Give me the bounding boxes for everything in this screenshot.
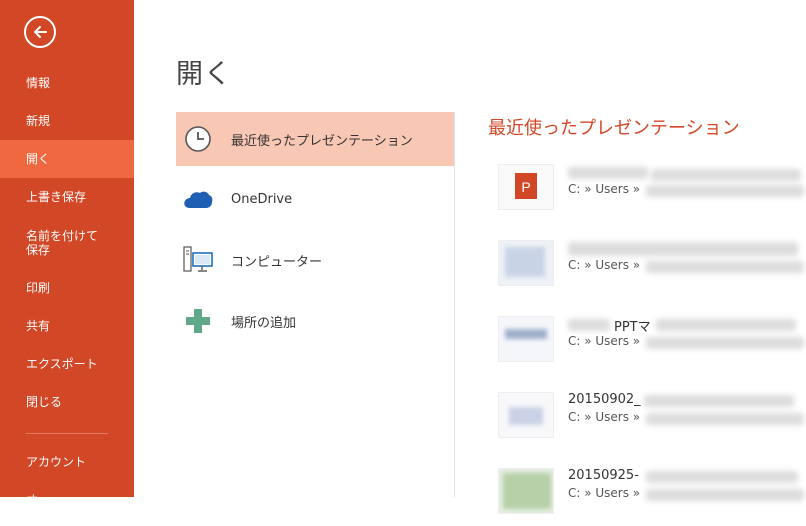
place-computer[interactable]: コンピューター (176, 233, 454, 287)
place-computer-label: コンピューター (231, 254, 323, 270)
nav-share[interactable]: 共有 (0, 307, 134, 345)
file-thumbnail (498, 240, 554, 286)
place-recent-label: 最近使ったプレゼンテーション (231, 133, 413, 149)
powerpoint-file-icon: P (515, 173, 537, 199)
thumbnail-content (505, 329, 547, 339)
file-thumbnail (498, 392, 554, 438)
file-thumbnail (498, 468, 554, 514)
place-add[interactable]: 場所の追加 (176, 294, 454, 348)
nav-export[interactable]: エクスポート (0, 345, 134, 383)
nav-print-label: 印刷 (26, 281, 51, 295)
file-name: 20150925- (568, 468, 639, 483)
nav-close-label: 閉じる (26, 395, 63, 409)
thumbnail-content (505, 247, 545, 277)
recent-file-5[interactable]: 20150925- C: » Users » (496, 464, 806, 526)
nav-save-label: 上書き保存 (26, 190, 87, 204)
nav-export-label: エクスポート (26, 357, 98, 371)
file-path: C: » Users » (568, 258, 641, 272)
backstage-sidebar: 情報 新規 開く 上書き保存 名前を付けて 保存 印刷 共有 エクスポート 閉じ… (0, 0, 134, 507)
file-path: C: » Users » (568, 410, 641, 424)
nav-options-partial[interactable]: オ (0, 481, 134, 519)
nav-share-label: 共有 (26, 319, 51, 333)
nav-close[interactable]: 閉じる (0, 383, 134, 421)
thumbnail-content (503, 473, 551, 509)
file-path: C: » Users » (568, 182, 641, 196)
places-list: 最近使ったプレゼンテーション OneDrive コンピューター 場所の追加 (176, 112, 455, 497)
blurred-path (646, 489, 804, 501)
arrow-left-circle-icon (34, 26, 47, 38)
cloud-icon (176, 179, 220, 219)
place-add-label: 場所の追加 (231, 315, 297, 331)
plus-icon (176, 301, 220, 341)
file-thumbnail (498, 316, 554, 362)
nav-open[interactable]: 開く (0, 140, 134, 178)
back-button[interactable] (24, 16, 56, 48)
blurred-path (646, 261, 804, 273)
nav-open-label: 開く (26, 152, 51, 166)
file-path: C: » Users » (568, 486, 641, 500)
nav-save-as[interactable]: 名前を付けて 保存 (0, 224, 134, 262)
nav-new[interactable]: 新規 (0, 102, 134, 140)
nav-save[interactable]: 上書き保存 (0, 178, 134, 216)
recent-file-1[interactable]: P C: » Users » (496, 160, 806, 222)
blurred-name (646, 471, 798, 483)
nav-account-label: アカウント (26, 455, 87, 469)
blurred-name (568, 242, 798, 256)
page-title: 開く (176, 59, 232, 90)
blurred-name (656, 319, 796, 331)
nav-info-label: 情報 (26, 76, 51, 90)
nav-save-as-label: 名前を付けて 保存 (26, 229, 99, 257)
file-name: PPTマ (614, 320, 651, 335)
blurred-path (646, 337, 804, 349)
blurred-name (568, 167, 648, 179)
blurred-path (646, 185, 804, 197)
nav-print[interactable]: 印刷 (0, 269, 134, 307)
recent-file-4[interactable]: 20150902_ C: » Users » (496, 388, 806, 450)
nav-info[interactable]: 情報 (0, 64, 134, 102)
place-onedrive-label: OneDrive (231, 191, 293, 207)
file-thumbnail: P (498, 164, 554, 210)
file-name: 20150902_ (568, 392, 641, 407)
computer-icon (176, 240, 220, 280)
place-recent[interactable]: 最近使ったプレゼンテーション (176, 112, 454, 166)
nav-divider (26, 433, 108, 434)
recent-file-2[interactable]: C: » Users » (496, 236, 806, 298)
blurred-path (646, 413, 804, 425)
svg-text:P: P (521, 179, 530, 195)
blurred-name (651, 169, 801, 181)
file-path: C: » Users » (568, 334, 641, 348)
place-onedrive[interactable]: OneDrive (176, 172, 454, 226)
thumbnail-content (509, 407, 543, 425)
clock-icon (176, 119, 220, 159)
nav-options-partial-label: オ (26, 493, 39, 507)
blurred-name (568, 319, 610, 331)
blurred-name (644, 395, 794, 407)
recent-file-3[interactable]: PPTマ C: » Users » (496, 312, 806, 374)
nav-account[interactable]: アカウント (0, 443, 134, 481)
nav-new-label: 新規 (26, 114, 51, 128)
recent-title: 最近使ったプレゼンテーション (488, 118, 740, 139)
